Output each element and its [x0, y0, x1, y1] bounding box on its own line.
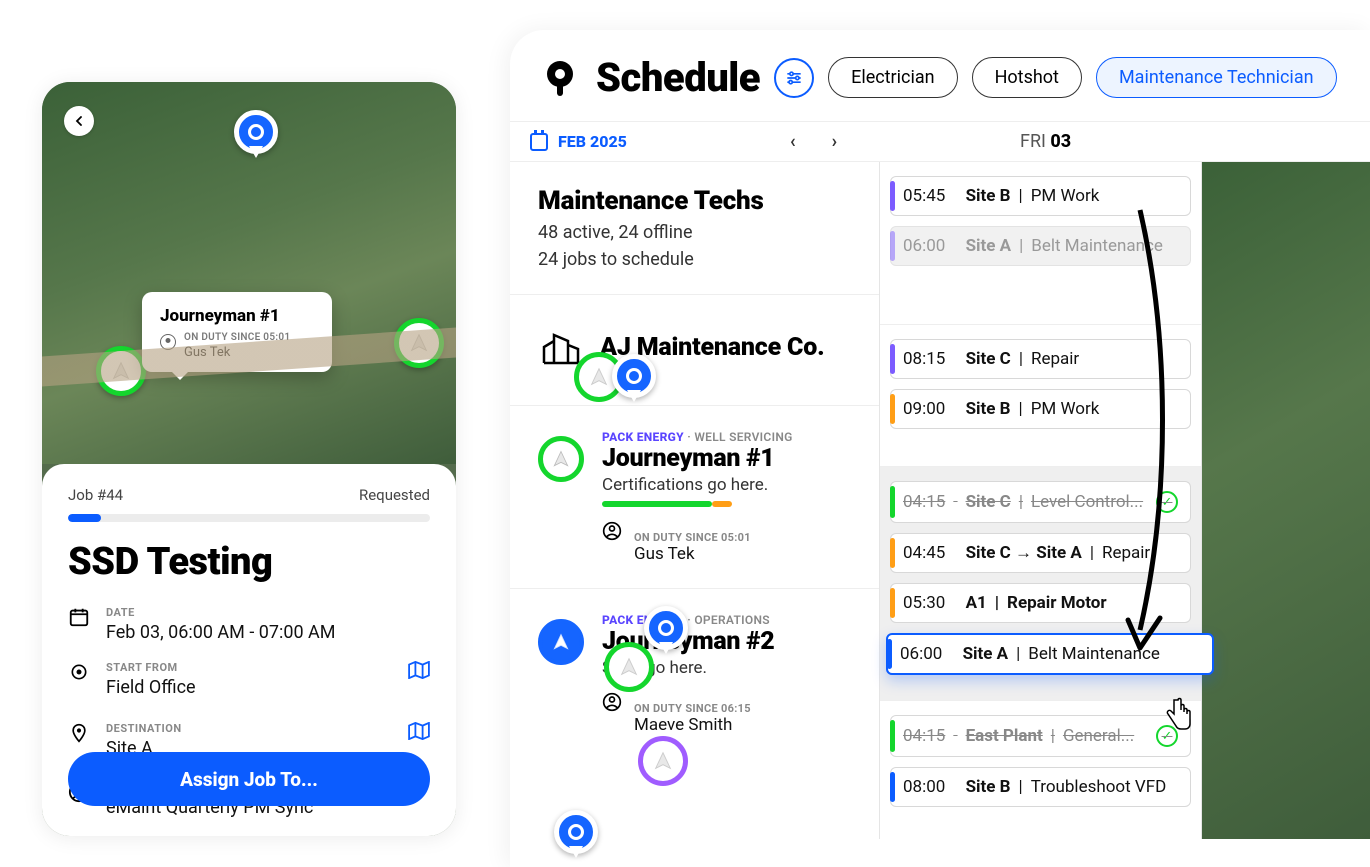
user-icon	[602, 521, 622, 545]
group-title: Maintenance Techs	[538, 186, 855, 216]
map-site-pin-icon[interactable]	[554, 810, 598, 854]
calendar-icon[interactable]	[530, 133, 548, 151]
user-icon	[602, 692, 622, 716]
avatar-online-icon	[538, 436, 584, 482]
dest-label: DESTINATION	[106, 722, 182, 735]
date-label: DATE	[106, 606, 336, 619]
job-card[interactable]: 04:45 Site C → Site A | Repair	[890, 533, 1191, 573]
group-subtitle: 24 jobs to schedule	[538, 249, 855, 270]
job-card-done[interactable]: 04:15 Site C | Level Control... ✓	[890, 481, 1191, 523]
worker-popover[interactable]: Journeyman #1 ON DUTY SINCE 05:01 Gus Te…	[142, 292, 332, 372]
person-journeyman-1[interactable]: PACK ENERGY · WELL SERVICING Journeyman …	[510, 406, 879, 589]
app-logo-icon	[538, 56, 582, 100]
back-button[interactable]	[64, 106, 94, 136]
assign-button[interactable]: Assign Job To...	[68, 752, 430, 806]
popover-duty: ON DUTY SINCE 05:01	[184, 332, 290, 343]
assign-button-label: Assign Job To...	[180, 768, 318, 791]
job-card[interactable]: 05:30 A1 | Repair Motor	[890, 583, 1191, 623]
destination-icon	[68, 722, 90, 744]
map-worker-pin-purple-icon[interactable]	[638, 736, 688, 786]
open-map-button[interactable]	[408, 722, 430, 744]
person-desc: Certifications go here.	[602, 475, 855, 495]
job-bucket-techs[interactable]: 05:45 Site B | PM Work 06:00 Site A | Be…	[880, 162, 1201, 325]
schedule-panel: Schedule Electrician Hotshot Maintenance…	[510, 30, 1370, 867]
job-card-ghost[interactable]: 06:00 Site A | Belt Maintenance	[890, 226, 1191, 266]
person-name: Journeyman #1	[602, 444, 855, 473]
next-day-button[interactable]: ›	[832, 131, 837, 152]
company-row[interactable]: AJ Maintenance Co.	[510, 295, 879, 406]
day-label: FRI 03	[1020, 131, 1071, 152]
popover-title: Journeyman #1	[160, 306, 314, 326]
start-value: Field Office	[106, 677, 196, 698]
job-bucket-company[interactable]: 08:15 Site C | Repair 09:00 Site B | PM …	[880, 325, 1201, 467]
user-icon	[160, 334, 176, 350]
date-bar: FEB 2025 ‹ › FRI 03	[510, 122, 1370, 162]
calendar-icon	[68, 606, 90, 628]
popover-name: Gus Tek	[184, 345, 290, 360]
filter-chip-maintenance-technician[interactable]: Maintenance Technician	[1096, 57, 1337, 98]
schedule-header: Schedule Electrician Hotshot Maintenance…	[510, 30, 1370, 122]
job-progress	[68, 514, 430, 522]
phone-map: Journeyman #1 ON DUTY SINCE 05:01 Gus Te…	[42, 82, 456, 464]
job-sheet: Job #44 Requested SSD Testing DATE Feb 0…	[42, 464, 456, 836]
job-card[interactable]: 08:15 Site C | Repair	[890, 339, 1191, 379]
page-title: Schedule	[596, 54, 760, 101]
destination-pin-icon	[234, 110, 278, 154]
worker-location-icon	[96, 346, 146, 396]
job-card-done[interactable]: 04:15 East Plant | General... ✓	[890, 715, 1191, 757]
date-value: Feb 03, 06:00 AM - 07:00 AM	[106, 622, 336, 643]
start-label: START FROM	[106, 661, 196, 674]
person-progress	[602, 501, 855, 507]
job-title: SSD Testing	[68, 540, 430, 584]
cursor-pointer-icon	[1160, 696, 1194, 734]
open-map-button[interactable]	[408, 661, 430, 683]
job-bucket-j1[interactable]: 04:15 Site C | Level Control... ✓ 04:45 …	[880, 467, 1201, 701]
check-icon: ✓	[1156, 491, 1178, 513]
filter-chip-hotshot[interactable]: Hotshot	[972, 57, 1082, 98]
origin-icon	[68, 661, 90, 683]
job-card[interactable]: 09:00 Site B | PM Work	[890, 389, 1191, 429]
month-label[interactable]: FEB 2025	[558, 132, 627, 151]
schedule-map[interactable]	[1202, 162, 1370, 839]
job-bucket-j2[interactable]: 04:15 East Plant | General... ✓ 08:00 Si…	[880, 701, 1201, 821]
job-number: Job #44	[68, 486, 123, 504]
job-status: Requested	[359, 486, 430, 504]
prev-day-button[interactable]: ‹	[790, 131, 796, 152]
job-card[interactable]: 05:45 Site B | PM Work	[890, 176, 1191, 216]
job-card-dragging[interactable]: 06:00 Site A | Belt Maintenance	[886, 633, 1214, 675]
map-worker-pin-icon[interactable]	[604, 642, 654, 692]
group-subtitle: 48 active, 24 offline	[538, 222, 855, 243]
phone-card: Journeyman #1 ON DUTY SINCE 05:01 Gus Te…	[42, 82, 456, 836]
group-maintenance-techs[interactable]: Maintenance Techs 48 active, 24 offline …	[510, 162, 879, 295]
worker-location-icon	[394, 318, 444, 368]
avatar-icon	[538, 619, 584, 665]
job-card[interactable]: 08:00 Site B | Troubleshoot VFD	[890, 767, 1191, 807]
map-site-pin-icon[interactable]	[612, 354, 656, 398]
person-journeyman-2[interactable]: PACK ENERGY · OPERATIONS Journeyman #2 S…	[510, 589, 879, 759]
filter-chip-electrician[interactable]: Electrician	[828, 57, 957, 98]
filter-button[interactable]	[774, 58, 814, 98]
